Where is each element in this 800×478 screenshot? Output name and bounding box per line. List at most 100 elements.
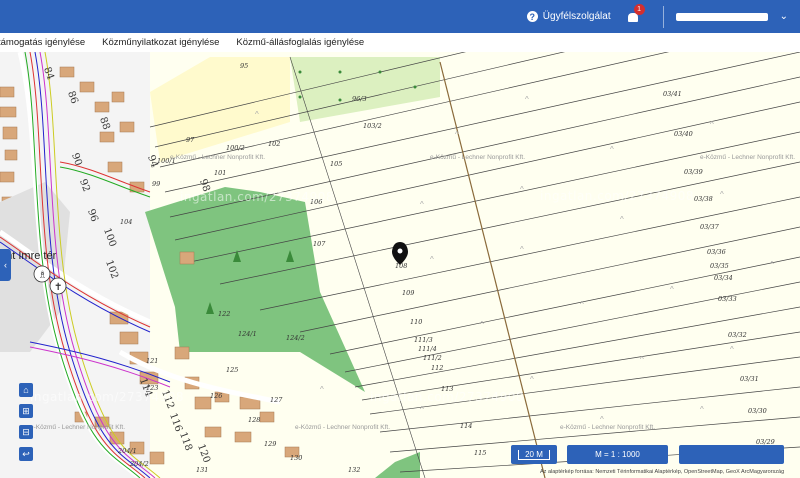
parcel-label: 130 — [290, 454, 303, 462]
parcel-label: 111/2 — [423, 354, 442, 362]
parcel-label: 112 — [431, 364, 444, 372]
parcel-label: 108 — [395, 262, 408, 270]
chevron-down-icon[interactable]: ⌄ — [780, 11, 788, 22]
parcel-label: 109 — [402, 289, 415, 297]
collapse-icon[interactable]: ‹ — [0, 249, 11, 281]
svg-text:^: ^ — [420, 200, 424, 209]
parcel-label: 107 — [313, 240, 326, 248]
parcel-label: 115 — [474, 449, 487, 457]
parcel-label: 126 — [210, 392, 223, 400]
parcel-label: 131 — [196, 466, 209, 474]
back-icon[interactable]: ↩ — [19, 447, 33, 461]
map-layer-button[interactable] — [679, 445, 784, 464]
parcel-label: 110 — [410, 318, 423, 326]
parcel-label: 111/3 — [414, 336, 433, 344]
parcel-label: 03/41 — [663, 90, 682, 98]
watermark: ingatlan.com/27374908 — [30, 390, 184, 404]
svg-text:^: ^ — [580, 300, 584, 309]
svg-text:^: ^ — [480, 320, 484, 329]
svg-text:^: ^ — [320, 385, 324, 394]
help-link[interactable]: ? Ügyfélszolgálat — [526, 11, 611, 22]
parcel-label: 124/1 — [238, 330, 257, 338]
parcel-label: 03/37 — [700, 223, 719, 231]
map-view[interactable]: ♗ ✝ ^ ^ ^ ^ ^ ^ ^ ^ ^ ^ ^ ^ ^ ^ ^ ^ ^ ^ ^ ^ ^ ^ — [0, 52, 800, 478]
svg-text:^: ^ — [455, 130, 459, 139]
zoom-out-icon[interactable]: ⊟ — [19, 425, 33, 439]
parcel-label: 96/3 — [352, 95, 367, 103]
parcel-label: 114 — [460, 422, 473, 430]
svg-text:^: ^ — [430, 255, 434, 264]
svg-text:^: ^ — [710, 120, 714, 129]
watermark: ingatlan.com/27374908 — [540, 189, 694, 203]
svg-text:^: ^ — [600, 415, 604, 424]
scale-bar: 20 M — [511, 445, 557, 464]
svg-text:^: ^ — [420, 405, 424, 414]
svg-text:^: ^ — [520, 185, 524, 194]
parcel-label: 03/40 — [674, 130, 693, 138]
parcel-label: 129 — [264, 440, 277, 448]
map-attribution: Az alaptérkép forrása: Nemzeti Térinform… — [540, 469, 785, 475]
parcel-label: 03/39 — [684, 168, 703, 176]
parcel-label: 03/36 — [707, 248, 726, 256]
svg-text:^: ^ — [525, 95, 529, 104]
tab-utility-statement[interactable]: Közműnyilatkozat igénylése — [102, 37, 219, 48]
watermark: ingatlan.com/27374908 — [180, 190, 334, 204]
help-icon: ? — [526, 11, 538, 22]
help-label: Ügyfélszolgálat — [542, 11, 611, 22]
svg-text:^: ^ — [620, 215, 624, 224]
home-icon[interactable]: ⌂ — [19, 383, 33, 397]
zoom-in-icon[interactable]: ⊞ — [19, 404, 33, 418]
svg-text:^: ^ — [530, 375, 534, 384]
svg-text:^: ^ — [640, 355, 644, 364]
svg-text:^: ^ — [770, 260, 774, 269]
svg-text:✝: ✝ — [54, 282, 62, 293]
svg-text:^: ^ — [670, 285, 674, 294]
parcel-label: 03/38 — [694, 195, 713, 203]
parcel-label: 204/2 — [130, 460, 149, 468]
lechner-credit: e-Közmű - Lechner Nonprofit Kft. — [170, 154, 266, 161]
parcel-label: 03/30 — [748, 407, 767, 415]
svg-text:^: ^ — [730, 345, 734, 354]
parcel-label: 127 — [270, 396, 283, 404]
parcel-label: 100/2 — [226, 144, 245, 152]
svg-text:^: ^ — [720, 190, 724, 199]
parcel-label: 101 — [214, 169, 227, 177]
header-divider — [662, 5, 664, 28]
notification-badge: 1 — [633, 3, 645, 15]
scale-bar-label: 20 M — [518, 449, 550, 460]
lechner-credit: e-Közmű - Lechner Nonprofit Kft. — [295, 424, 391, 431]
notifications-button[interactable]: 1 — [627, 3, 645, 24]
parcel-label: 132 — [348, 466, 361, 474]
svg-text:^: ^ — [610, 145, 614, 154]
parcel-label: 102 — [268, 140, 281, 148]
parcel-label: 111/4 — [418, 345, 437, 353]
parcel-label: 104 — [120, 218, 133, 226]
parcel-label: 03/35 — [710, 262, 729, 270]
parcel-label: 204/1 — [118, 447, 137, 455]
top-bar: ? Ügyfélszolgálat 1 ⌄ — [0, 0, 800, 33]
lechner-credit: e-Közmű - Lechner Nonprofit Kft. — [430, 154, 526, 161]
lechner-credit: e-Közmű - Lechner Nonprofit Kft. — [700, 154, 796, 161]
parcel-label: 97 — [186, 136, 195, 144]
parcel-label: 03/32 — [728, 331, 747, 339]
tab-support-request[interactable]: támogatás igénylése — [0, 37, 85, 48]
parcel-label: 03/34 — [714, 274, 733, 282]
tab-utility-position[interactable]: Közmű-állásfoglalás igénylése — [236, 37, 364, 48]
parcel-label: 128 — [248, 416, 261, 424]
parcel-label: 124/2 — [286, 334, 305, 342]
svg-text:^: ^ — [255, 110, 259, 119]
parcel-label: 105 — [330, 160, 343, 168]
lechner-credit: e-Közmű - Lechner Nonprofit Kft. — [560, 424, 656, 431]
user-name-redacted[interactable] — [675, 12, 768, 21]
svg-text:♗: ♗ — [38, 270, 47, 281]
parcel-label: 03/33 — [718, 295, 737, 303]
svg-text:^: ^ — [700, 405, 704, 414]
parcel-label: 125 — [226, 366, 239, 374]
lechner-credit: e-Közmű - Lechner Nonprofit Kft. — [30, 424, 126, 431]
scale-ratio-button[interactable]: M = 1 : 1000 — [567, 445, 668, 464]
watermark: ingatlan.com/27374908 — [370, 390, 524, 404]
parcel-label: 03/31 — [740, 375, 759, 383]
parcel-label: 95 — [240, 62, 249, 70]
tab-bar: támogatás igénylése Közműnyilatkozat igé… — [0, 33, 800, 53]
parcel-label: 103/2 — [363, 122, 382, 130]
